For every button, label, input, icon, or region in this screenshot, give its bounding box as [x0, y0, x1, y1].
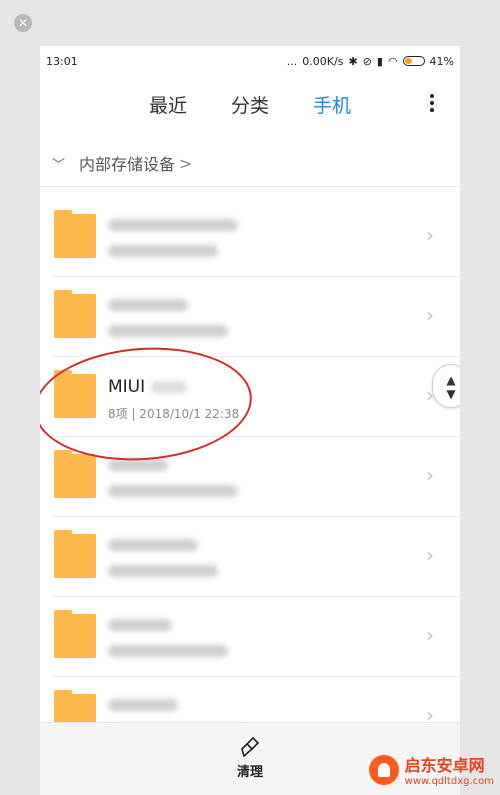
- folder-icon: [54, 210, 96, 258]
- watermark-url: www.qdltdxg.com: [404, 776, 494, 787]
- watermark: 启东安卓网 www.qdltdxg.com: [368, 752, 494, 787]
- blurred-meta: [108, 485, 238, 497]
- watermark-logo-icon: [368, 754, 399, 785]
- breadcrumb[interactable]: ﹀ 内部存储设备 >: [40, 140, 460, 187]
- clean-label: 清理: [236, 765, 263, 780]
- blurred-title: [108, 539, 198, 551]
- folder-icon: [54, 610, 96, 658]
- breadcrumb-label: 内部存储设备: [79, 155, 176, 174]
- close-icon[interactable]: ✕: [14, 14, 32, 32]
- breadcrumb-arrow: >: [179, 153, 193, 173]
- folder-icon: [54, 450, 96, 498]
- folder-icon: [54, 530, 96, 578]
- blurred-title: [108, 619, 172, 631]
- chevron-down-icon[interactable]: ﹀: [52, 154, 65, 173]
- status-dots: ...: [286, 54, 298, 68]
- battery-icon: [402, 56, 425, 66]
- signal-icon: ▮: [376, 54, 383, 68]
- chevron-right-icon: ›: [426, 303, 434, 327]
- blurred-meta: [108, 565, 218, 577]
- status-bar: 13:01 ... 0.00K/s ✱ ⊘ ▮ ◠ 41%: [40, 46, 460, 76]
- folder-row[interactable]: ›: [52, 197, 460, 277]
- battery-fill: [404, 58, 412, 64]
- folder-row[interactable]: ›: [52, 597, 460, 677]
- chevron-right-icon: ›: [426, 623, 434, 647]
- network-speed: 0.00K/s: [302, 54, 344, 68]
- battery-percent: 41%: [429, 54, 454, 68]
- status-icons: ... 0.00K/s ✱ ⊘ ▮ ◠ 41%: [287, 55, 454, 68]
- tab-bar: 最近 分类 手机: [40, 76, 460, 132]
- blurred-title: [108, 459, 168, 471]
- bluetooth-icon: ✱: [348, 54, 358, 68]
- blurred-title: [108, 299, 188, 311]
- folder-row[interactable]: ›: [52, 277, 460, 357]
- fast-scroll-handle[interactable]: ▲ ▼: [432, 364, 460, 408]
- broom-icon: [241, 737, 260, 757]
- blurred-title: [108, 699, 178, 711]
- folder-icon: [54, 290, 96, 338]
- more-options-icon[interactable]: [430, 94, 434, 112]
- folder-row[interactable]: ›: [52, 517, 460, 597]
- watermark-text: 启东安卓网 www.qdltdxg.com: [405, 752, 494, 787]
- tab-phone[interactable]: 手机: [313, 91, 351, 118]
- tab-recent[interactable]: 最近: [149, 91, 187, 118]
- chevron-right-icon: ›: [426, 463, 434, 487]
- tab-category[interactable]: 分类: [231, 91, 269, 118]
- blurred-title: [108, 219, 238, 231]
- wifi-icon: ◠: [387, 54, 398, 68]
- chevron-right-icon: ›: [426, 223, 434, 247]
- watermark-name: 启东安卓网: [404, 756, 485, 775]
- mute-icon: ⊘: [362, 54, 372, 68]
- blurred-meta: [108, 245, 218, 257]
- clean-button[interactable]: 清理: [224, 737, 276, 780]
- phone-screen: 13:01 ... 0.00K/s ✱ ⊘ ▮ ◠ 41% 最近 分类 手机 ﹀…: [40, 46, 460, 795]
- chevron-right-icon: ›: [426, 543, 434, 567]
- status-time: 13:01: [46, 54, 78, 68]
- folder-list: › › MIUI 8项 | 2018/10/1 22:38 › › › › ›: [40, 197, 460, 757]
- blurred-meta: [108, 325, 228, 337]
- blurred-meta: [108, 645, 228, 657]
